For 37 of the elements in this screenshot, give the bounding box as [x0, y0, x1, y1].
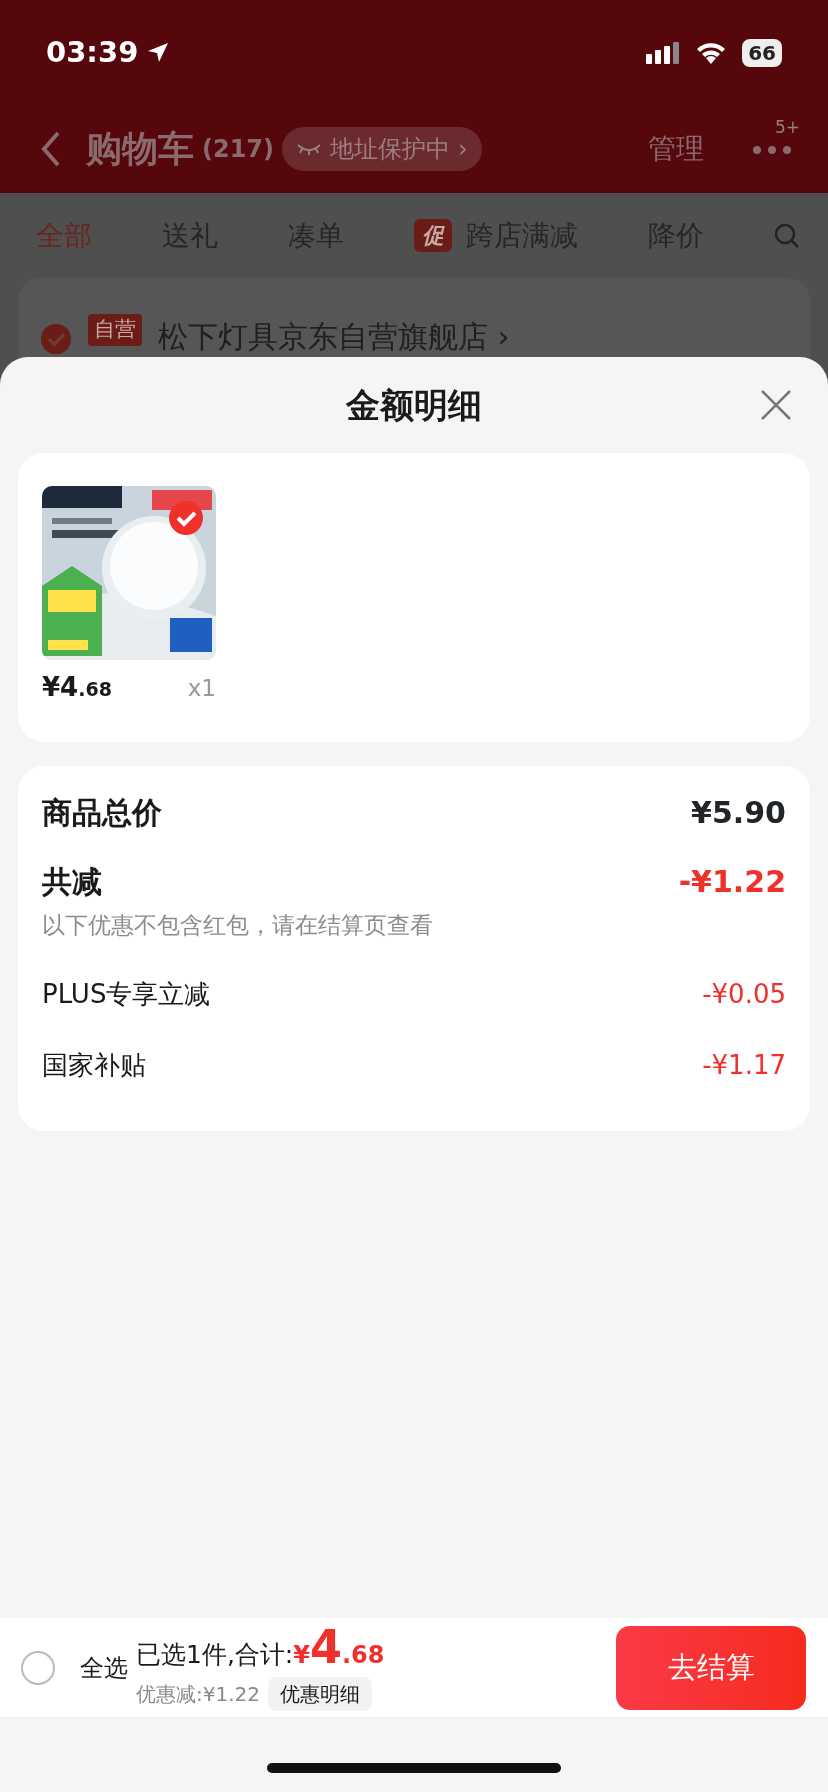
manage-link[interactable]: 管理	[648, 128, 704, 170]
self-operated-tag: 自营	[88, 314, 142, 346]
close-icon[interactable]	[760, 389, 792, 421]
back-icon[interactable]	[40, 130, 62, 168]
total-price: ¥4.68	[293, 1623, 385, 1673]
select-all-checkbox[interactable]	[20, 1649, 56, 1686]
store-checkbox[interactable]	[40, 322, 72, 355]
notification-count-label: 5+	[774, 116, 800, 139]
discount-label: 共减	[42, 863, 102, 901]
discount-amount: -¥1.22	[678, 863, 786, 901]
promo-badge: 促	[414, 219, 452, 252]
sheet-title: 金额明细	[346, 383, 482, 427]
eye-icon	[296, 142, 323, 156]
discount-line-amount: -¥1.17	[702, 1048, 786, 1082]
wifi-icon	[696, 41, 727, 64]
item-price: ¥4.68	[42, 671, 112, 704]
checkout-button[interactable]: 去结算	[616, 1625, 806, 1710]
item-checkbox[interactable]	[168, 500, 204, 536]
discount-details-button[interactable]: 优惠明细	[268, 1677, 372, 1712]
item-quantity: x1	[187, 674, 216, 703]
total-label: 商品总价	[42, 794, 162, 832]
search-icon[interactable]	[774, 222, 800, 249]
status-time: 03:39	[46, 33, 139, 71]
discount-line-label: 国家补贴	[42, 1048, 146, 1082]
page-title: 购物车	[86, 127, 194, 171]
selection-summary: 已选1件,合计:	[136, 1638, 294, 1671]
discount-note: 以下优惠不包含红包，请在结算页查看	[41, 911, 434, 940]
address-protection-pill[interactable]: 地址保护中 ›	[282, 127, 482, 171]
total-amount: ¥5.90	[691, 794, 786, 832]
signal-icon	[646, 41, 681, 64]
more-icon[interactable]	[752, 144, 792, 155]
discount-line-amount: -¥0.05	[702, 977, 786, 1011]
select-all-label[interactable]: 全选	[80, 1649, 128, 1686]
cart-count: (217)	[202, 134, 275, 165]
discount-line-label: PLUS专享立减	[42, 977, 211, 1011]
battery-icon: 66	[742, 38, 782, 67]
discount-summary: 优惠减:¥1.22	[136, 1681, 260, 1709]
